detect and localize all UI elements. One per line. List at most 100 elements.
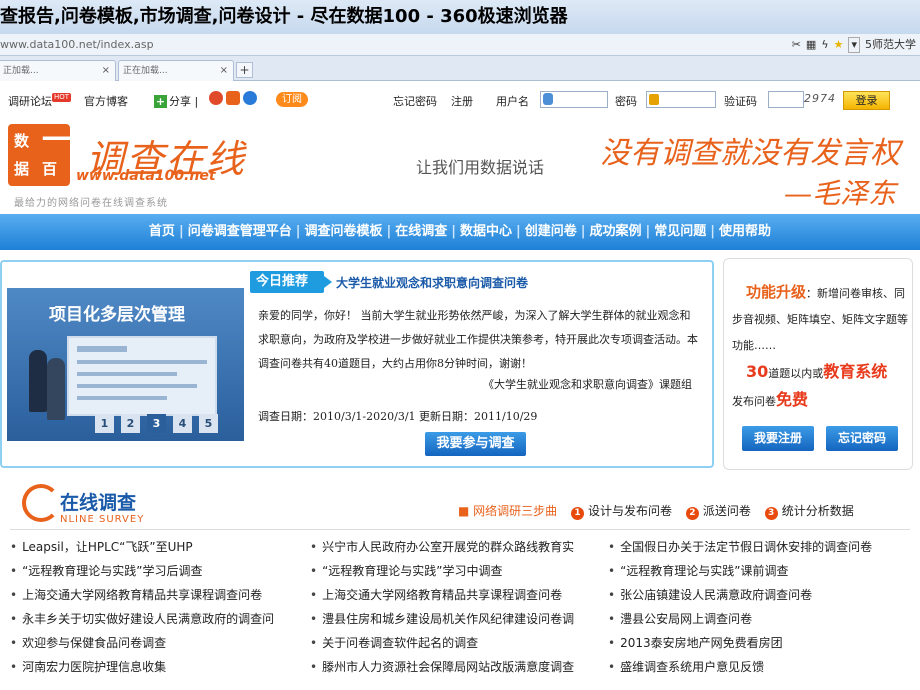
list-row: 河南宏力医院护理信息收集滕州市人力资源社会保障局网站改版满意度调查盛维调查系统用… xyxy=(10,658,915,682)
slide-page-button[interactable]: 4 xyxy=(173,414,192,433)
nav-item[interactable]: 使用帮助 xyxy=(719,224,771,239)
close-icon[interactable]: × xyxy=(220,61,228,81)
survey-link[interactable]: 永丰乡关于切实做好建设人民满意政府的调查问 xyxy=(10,610,302,627)
nav-separator: | xyxy=(386,224,392,239)
slideshow[interactable]: 项目化多层次管理 12345 xyxy=(7,288,244,441)
featured-title[interactable]: 大学生就业观念和求职意向调查问卷 xyxy=(336,274,528,291)
survey-link[interactable]: “远程教育理论与实践”学习后调查 xyxy=(10,562,302,579)
list-row: 永丰乡关于切实做好建设人民满意政府的调查问澧县住房和城乡建设局机关作风纪律建设问… xyxy=(10,610,915,634)
grid-icon[interactable]: ▦ xyxy=(806,36,816,54)
survey-link[interactable]: 全国假日办关于法定节假日调休安排的调查问卷 xyxy=(608,538,908,555)
tab-bar: 正加载... × 正在加载... × + xyxy=(0,56,920,81)
new-tab-button[interactable]: + xyxy=(236,62,253,78)
nav-separator: | xyxy=(451,224,456,239)
slide-page-button[interactable]: 1 xyxy=(95,414,114,433)
step-link[interactable]: 统计分析数据 xyxy=(782,504,854,518)
captcha-label: 验证码 xyxy=(724,95,757,108)
survey-link[interactable]: 盛维调查系统用户意见反馈 xyxy=(608,658,908,675)
dropdown-icon[interactable]: ▾ xyxy=(848,37,860,53)
nav-item[interactable]: 常见问题 xyxy=(654,224,706,239)
person-figure xyxy=(29,350,47,412)
close-icon[interactable]: × xyxy=(102,61,110,81)
survey-link[interactable]: 张公庙镇建设人民满意政府调查问卷 xyxy=(608,586,908,603)
register-button[interactable]: 我要注册 xyxy=(742,426,814,451)
username-input[interactable] xyxy=(540,91,608,108)
nav-separator: | xyxy=(645,224,651,239)
survey-link[interactable]: “远程教育理论与实践”学习中调查 xyxy=(310,562,602,579)
address-url[interactable]: www.data100.net/index.asp xyxy=(0,34,154,56)
slide-page-button[interactable]: 3 xyxy=(147,414,166,433)
star-icon[interactable]: ★ xyxy=(834,36,844,54)
list-row: Leapsil，让HPLC“飞跃”至UHP 兴宁市人民政府办公室开展党的群众路线教… xyxy=(10,538,915,562)
main-nav: 首页 | 问卷调查管理平台 | 调查问卷模板 | 在线调查 | 数据中心 | 创建问卷 | 成功案例 | 常… xyxy=(0,214,920,250)
browser-tab[interactable]: 正在加载... × xyxy=(118,60,234,81)
slide-title: 项目化多层次管理 xyxy=(49,305,185,325)
nav-item[interactable]: 数据中心 xyxy=(460,224,512,239)
address-bar[interactable]: www.data100.net/index.asp ✂ ▦ ϟ ★ ▾ 5师范大… xyxy=(0,34,920,56)
survey-link[interactable]: 滕州市人力资源社会保障局网站改版满意度调查 xyxy=(310,658,602,675)
register-link[interactable]: 注册 xyxy=(451,93,473,109)
steps-bar: ■ 网络调研三步曲 1 设计与发布问卷 2 派送问卷 3 统计分析数据 xyxy=(458,504,854,520)
blog-link[interactable]: 官方博客 xyxy=(84,93,128,109)
login-button[interactable]: 登录 xyxy=(843,91,890,110)
section-subtitle: NLINE SURVEY xyxy=(60,514,145,525)
logo[interactable]: 数 据 一 百 xyxy=(8,124,72,186)
forum-link[interactable]: 调研论坛 HOT xyxy=(8,93,72,109)
qzone-icon[interactable] xyxy=(226,91,240,105)
tools-icon[interactable]: ✂ xyxy=(792,36,801,54)
survey-link[interactable]: Leapsil，让HPLC“飞跃”至UHP xyxy=(10,538,302,555)
username-label: 用户名 xyxy=(496,95,529,108)
survey-link[interactable]: 澧县住房和城乡建设局机关作风纪律建设问卷调 xyxy=(310,610,602,627)
slide-page-button[interactable]: 5 xyxy=(199,414,218,433)
lightning-icon[interactable]: ϟ xyxy=(821,36,828,54)
survey-link[interactable]: 上海交通大学网络教育精品共享课程调查问卷 xyxy=(10,586,302,603)
featured-signature: 《大学生就业观念和求职意向调查》课题组 xyxy=(483,378,692,391)
survey-link[interactable]: 河南宏力医院护理信息收集 xyxy=(10,658,302,675)
password-label: 密码 xyxy=(615,95,637,108)
survey-link[interactable]: 上海交通大学网络教育精品共享课程调查问卷 xyxy=(310,586,602,603)
steps-lead[interactable]: ■ 网络调研三步曲 xyxy=(458,504,557,518)
slogan: 让我们用数据说话 xyxy=(416,158,545,177)
survey-link[interactable]: 2013泰安房地产网免费看房团 xyxy=(608,634,908,651)
renren-icon[interactable] xyxy=(243,91,257,105)
join-survey-button[interactable]: 我要参与调查 xyxy=(425,432,526,456)
slide-page-button[interactable]: 2 xyxy=(121,414,140,433)
nav-separator: | xyxy=(295,224,301,239)
survey-link[interactable]: 兴宁市人民政府办公室开展党的群众路线教育实 xyxy=(310,538,602,555)
step-link[interactable]: 设计与发布问卷 xyxy=(588,504,672,518)
survey-link[interactable]: 欢迎参与保健食品问卷调查 xyxy=(10,634,302,651)
site-header: 数 据 一 百 调查在线 www.data100.net 最给力的网络问卷在线调… xyxy=(0,114,920,214)
list-row: “远程教育理论与实践”学习后调查 “远程教育理论与实践”学习中调查 “远程教育理论与… xyxy=(10,562,915,586)
share-link[interactable]: + 分享 | xyxy=(154,93,198,109)
logo-url: www.data100.net xyxy=(76,168,216,184)
ring-icon xyxy=(22,484,60,522)
nav-separator: | xyxy=(178,224,184,239)
survey-link[interactable]: “远程教育理论与实践”课前调查 xyxy=(608,562,908,579)
nav-item[interactable]: 问卷调查管理平台 xyxy=(188,224,292,239)
person-figure xyxy=(47,358,65,420)
forgot-password-button[interactable]: 忘记密码 xyxy=(826,426,898,451)
browser-tab[interactable]: 正加载... × xyxy=(0,60,116,81)
subscribe-button[interactable]: 订阅 xyxy=(276,92,308,107)
weibo-icon[interactable] xyxy=(209,91,223,105)
password-input[interactable] xyxy=(646,91,716,108)
captcha-image[interactable]: 2974 xyxy=(804,92,836,105)
nav-item[interactable]: 调查问卷模板 xyxy=(304,224,382,239)
nav-item[interactable]: 在线调查 xyxy=(395,224,447,239)
captcha-input[interactable] xyxy=(768,91,804,108)
screenshot-image xyxy=(67,336,217,416)
survey-link[interactable]: 关于问卷调查软件起名的调查 xyxy=(310,634,602,651)
nav-separator: | xyxy=(516,224,521,239)
upgrade-heading: 功能升级 xyxy=(746,283,807,301)
forgot-password-link[interactable]: 忘记密码 xyxy=(393,93,437,109)
nav-item[interactable]: 成功案例 xyxy=(590,224,642,239)
online-survey-header: 在线调查 NLINE SURVEY ■ 网络调研三步曲 1 设计与发布问卷 2 派送… xyxy=(10,480,910,530)
slide-pager: 12345 xyxy=(95,414,218,433)
nav-item[interactable]: 创建问卷 xyxy=(525,224,577,239)
step-link[interactable]: 派送问卷 xyxy=(703,504,751,518)
bookmark-label[interactable]: 5师范大学 xyxy=(865,36,916,54)
nav-separator: | xyxy=(580,224,586,239)
hot-badge: HOT xyxy=(52,93,72,102)
survey-link[interactable]: 澧县公安局网上调查问卷 xyxy=(608,610,908,627)
nav-item[interactable]: 首页 xyxy=(149,224,175,239)
